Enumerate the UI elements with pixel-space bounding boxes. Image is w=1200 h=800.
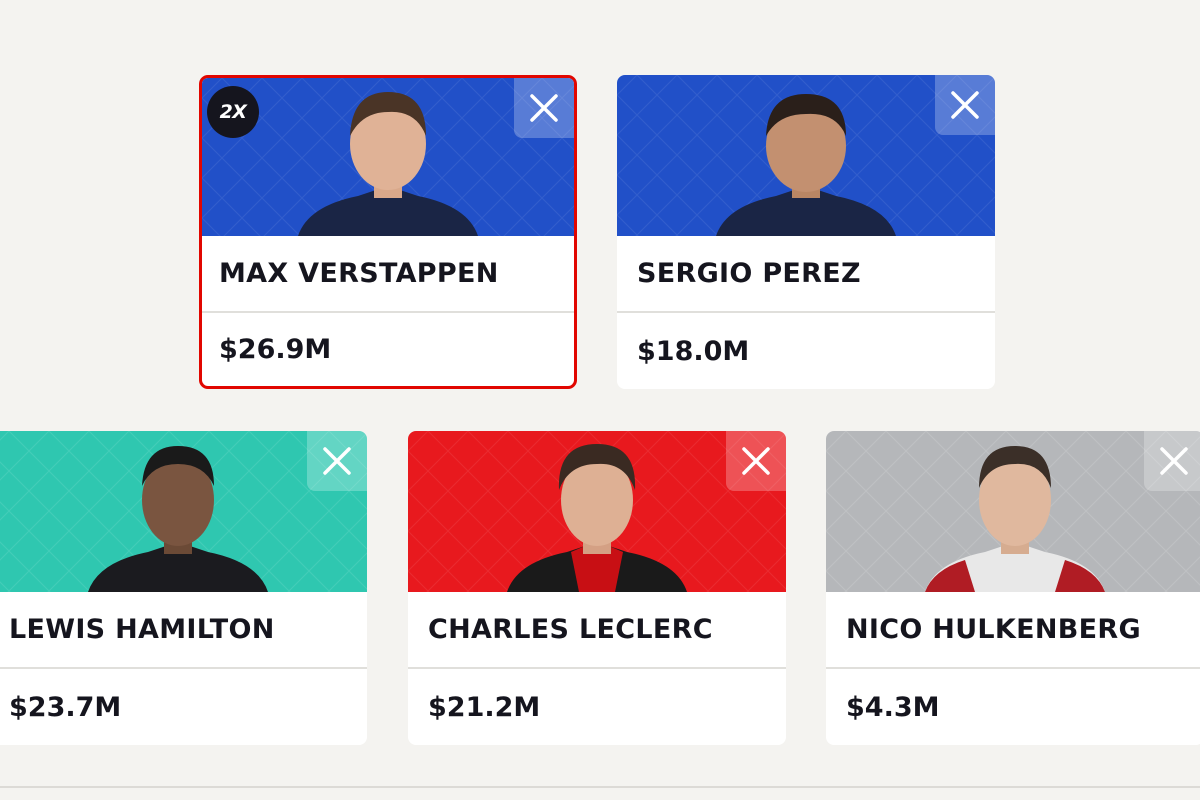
remove-driver-button[interactable] bbox=[514, 78, 574, 138]
driver-price-row: $18.0M bbox=[617, 313, 995, 389]
driver-card-sergio-perez[interactable]: SERGIO PEREZ $18.0M bbox=[617, 75, 995, 389]
driver-name: MAX VERSTAPPEN bbox=[219, 258, 499, 289]
2x-boost-badge: 2X bbox=[207, 86, 259, 138]
driver-portrait bbox=[0, 431, 367, 592]
close-icon bbox=[323, 447, 351, 475]
close-icon bbox=[951, 91, 979, 119]
remove-driver-button[interactable] bbox=[935, 75, 995, 135]
driver-name-row: LEWIS HAMILTON bbox=[0, 592, 367, 669]
driver-photo bbox=[507, 444, 687, 592]
driver-portrait bbox=[408, 431, 786, 592]
section-divider bbox=[0, 786, 1200, 788]
driver-price-row: $21.2M bbox=[408, 669, 786, 745]
remove-driver-button[interactable] bbox=[307, 431, 367, 491]
driver-price: $23.7M bbox=[9, 691, 122, 723]
driver-photo bbox=[716, 94, 896, 236]
driver-name-row: NICO HULKENBERG bbox=[826, 592, 1200, 669]
close-icon bbox=[530, 94, 558, 122]
driver-name: NICO HULKENBERG bbox=[846, 614, 1141, 645]
remove-driver-button[interactable] bbox=[1144, 431, 1200, 491]
driver-photo bbox=[925, 446, 1105, 592]
driver-portrait bbox=[617, 75, 995, 236]
driver-price: $4.3M bbox=[846, 691, 940, 723]
close-icon bbox=[1160, 447, 1188, 475]
driver-name: LEWIS HAMILTON bbox=[9, 614, 275, 645]
driver-name: SERGIO PEREZ bbox=[637, 258, 861, 289]
driver-card-charles-leclerc[interactable]: CHARLES LECLERC $21.2M bbox=[408, 431, 786, 745]
driver-name-row: MAX VERSTAPPEN bbox=[202, 236, 574, 313]
driver-price: $18.0M bbox=[637, 335, 750, 367]
driver-card-nico-hulkenberg[interactable]: NICO HULKENBERG $4.3M bbox=[826, 431, 1200, 745]
close-icon bbox=[742, 447, 770, 475]
driver-price-row: $26.9M bbox=[202, 313, 574, 386]
driver-price: $21.2M bbox=[428, 691, 541, 723]
driver-price-row: $23.7M bbox=[0, 669, 367, 745]
driver-name-row: SERGIO PEREZ bbox=[617, 236, 995, 313]
driver-name-row: CHARLES LECLERC bbox=[408, 592, 786, 669]
driver-price: $26.9M bbox=[219, 334, 332, 365]
driver-name: CHARLES LECLERC bbox=[428, 614, 713, 645]
driver-price-row: $4.3M bbox=[826, 669, 1200, 745]
driver-portrait: 2X bbox=[202, 78, 574, 236]
remove-driver-button[interactable] bbox=[726, 431, 786, 491]
driver-card-max-verstappen[interactable]: 2X MAX VERSTAPPEN $26.9M bbox=[199, 75, 577, 389]
driver-photo bbox=[88, 446, 268, 592]
driver-card-lewis-hamilton[interactable]: LEWIS HAMILTON $23.7M bbox=[0, 431, 367, 745]
driver-photo bbox=[298, 92, 478, 236]
driver-portrait bbox=[826, 431, 1200, 592]
